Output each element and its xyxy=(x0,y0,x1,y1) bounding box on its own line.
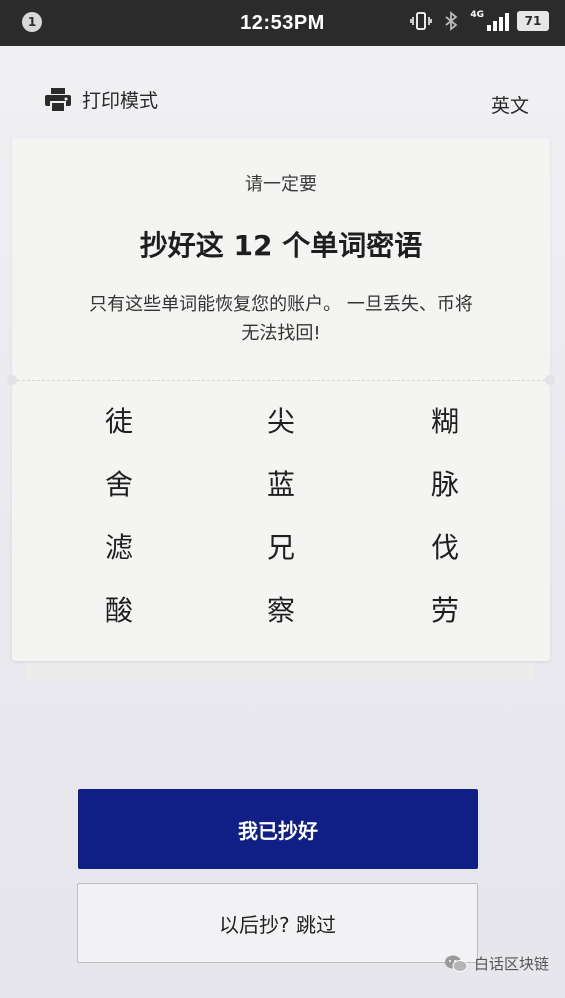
seed-word-9: 伐 xyxy=(430,531,459,564)
signal-icon: 4G xyxy=(470,11,509,31)
skip-button[interactable]: 以后抄? 跳过 xyxy=(77,883,478,963)
header: 打印模式 英文 xyxy=(0,74,565,130)
print-mode-label: 打印模式 xyxy=(82,90,159,112)
confirm-copied-button[interactable]: 我已抄好 xyxy=(78,789,478,869)
seed-word-2: 尖 xyxy=(266,405,295,438)
status-bar: 1 12:53PM 4G 71 xyxy=(0,0,565,46)
seed-word-4: 舍 xyxy=(104,468,133,501)
card-divider xyxy=(12,380,550,381)
printer-icon xyxy=(45,87,71,113)
seed-phrase-card: 请一定要 抄好这 12 个单词密语 只有这些单词能恢复您的账户。 一旦丢失、币将… xyxy=(7,138,555,661)
seed-word-10: 酸 xyxy=(104,594,133,627)
card-title: 抄好这 12 个单词密语 xyxy=(139,229,423,262)
network-type-label: 4G xyxy=(470,10,484,20)
seed-word-11: 察 xyxy=(266,594,295,627)
seed-word-7: 滤 xyxy=(104,531,133,564)
seed-word-5: 蓝 xyxy=(266,468,295,501)
notification-badge: 1 xyxy=(22,12,42,32)
divider-notch-left xyxy=(7,375,17,385)
watermark-text: 白话区块链 xyxy=(473,955,549,973)
wechat-icon xyxy=(444,955,468,972)
seed-word-12: 劳 xyxy=(430,594,459,627)
seed-word-1: 徒 xyxy=(104,405,133,438)
divider-notch-right xyxy=(545,375,555,385)
status-time: 12:53PM xyxy=(240,11,325,34)
seed-word-6: 脉 xyxy=(430,468,459,501)
bluetooth-icon xyxy=(445,11,458,31)
status-icons: 4G 71 xyxy=(410,10,549,32)
watermark: 白话区块链 xyxy=(444,953,549,974)
language-toggle[interactable]: 英文 xyxy=(491,91,529,118)
seed-word-8: 兄 xyxy=(266,531,295,564)
card-subtitle: 请一定要 xyxy=(245,174,317,195)
battery-icon: 71 xyxy=(517,11,549,31)
screen: 1 12:53PM 4G 71 打印模式 英文 请一定要 抄好这 12 个单词密… xyxy=(0,0,565,998)
vibrate-icon xyxy=(410,12,433,30)
card-description: 只有这些单词能恢复您的账户。 一旦丢失、币将无法找回! xyxy=(89,294,473,344)
print-mode-button[interactable]: 打印模式 xyxy=(44,86,158,113)
seed-word-3: 糊 xyxy=(430,405,459,438)
